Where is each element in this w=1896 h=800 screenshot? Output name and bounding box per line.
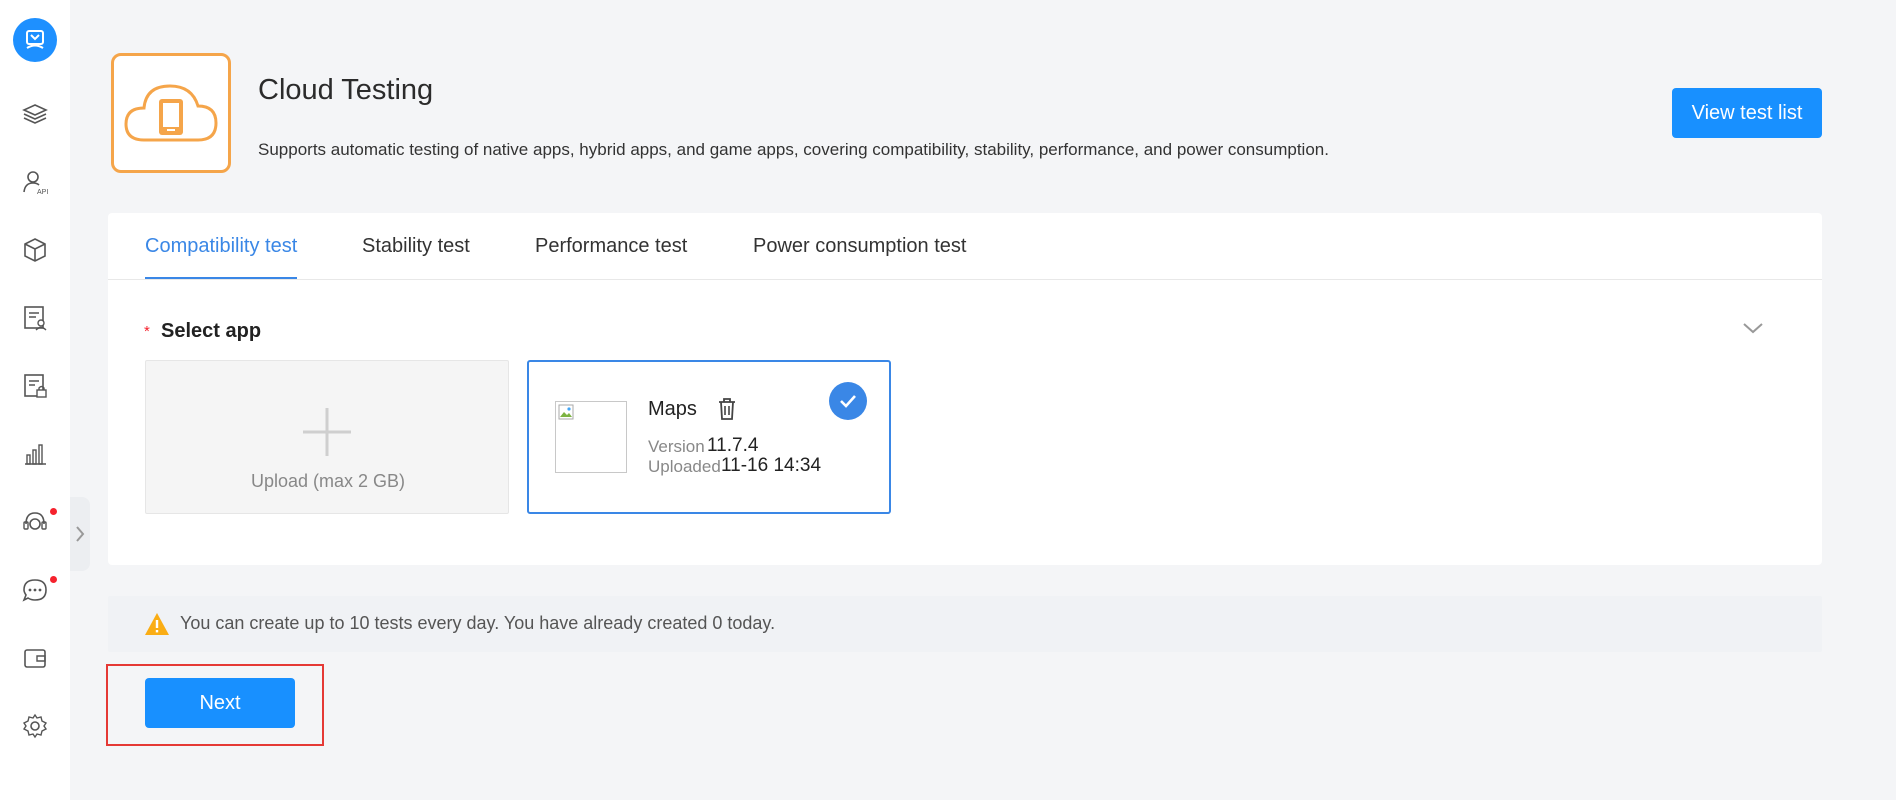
daily-limit-notice: You can create up to 10 tests every day.… <box>108 596 1822 652</box>
page-description: Supports automatic testing of native app… <box>258 140 1329 159</box>
uploaded-label: Uploaded <box>648 457 721 476</box>
upload-app-button[interactable]: Upload (max 2 GB) <box>145 360 509 514</box>
selected-check-icon <box>829 382 867 420</box>
broken-image-icon <box>558 404 574 420</box>
sidebar-item-support[interactable] <box>0 502 70 542</box>
sidebar-item-reports[interactable] <box>0 298 70 338</box>
sidebar-expand-handle[interactable] <box>70 497 90 571</box>
wallet-icon <box>24 649 46 668</box>
svg-text:API: API <box>37 189 48 196</box>
tab-performance[interactable]: Performance test <box>535 235 687 258</box>
settings-icon <box>22 713 48 739</box>
app-name: Maps <box>648 398 697 420</box>
active-tab-indicator <box>145 277 297 279</box>
document-user-icon <box>24 306 47 331</box>
required-mark: * <box>144 323 150 340</box>
sidebar-item-analytics[interactable] <box>0 434 70 474</box>
document-lock-icon <box>24 374 47 398</box>
sidebar-item-wallet[interactable] <box>0 638 70 678</box>
notice-text: You can create up to 10 tests every day.… <box>180 613 776 633</box>
user-api-icon: API <box>23 171 48 196</box>
version-label: Version <box>648 437 705 456</box>
test-config-card: Compatibility test Stability test Perfor… <box>108 213 1822 565</box>
notification-dot <box>50 576 57 583</box>
page-title: Cloud Testing <box>258 74 434 106</box>
app-thumbnail <box>555 401 627 473</box>
chat-icon <box>22 579 47 602</box>
sidebar-item-messages[interactable] <box>0 570 70 610</box>
plus-icon <box>303 408 351 456</box>
cloud-testing-icon <box>111 53 231 173</box>
sidebar-item-security[interactable] <box>0 366 70 406</box>
sidebar-logo-area[interactable] <box>0 0 70 80</box>
chevron-right-icon <box>76 526 85 542</box>
warning-icon <box>145 613 169 635</box>
select-app-label: Select app <box>161 320 262 342</box>
sidebar-item-api[interactable]: API <box>0 162 70 202</box>
app-logo-icon[interactable] <box>13 18 57 62</box>
tab-compatibility[interactable]: Compatibility test <box>145 235 297 258</box>
next-button[interactable]: Next <box>145 678 295 728</box>
bar-chart-icon <box>25 444 46 465</box>
sidebar: API <box>0 0 70 800</box>
upload-label: Upload (max 2 GB) <box>250 471 406 491</box>
view-test-list-button[interactable]: View test list <box>1672 88 1822 138</box>
tab-power-consumption[interactable]: Power consumption test <box>753 235 966 258</box>
test-type-tabs: Compatibility test Stability test Perfor… <box>108 213 1822 280</box>
sidebar-item-settings[interactable] <box>0 706 70 746</box>
notification-dot <box>50 508 57 515</box>
headset-icon <box>23 512 47 530</box>
sidebar-item-layers[interactable] <box>0 94 70 134</box>
tab-stability[interactable]: Stability test <box>362 235 470 258</box>
sidebar-item-packages[interactable] <box>0 230 70 270</box>
cube-icon <box>24 238 46 262</box>
version-value: 11.7.4 <box>707 435 759 456</box>
chevron-down-icon[interactable] <box>1738 313 1768 343</box>
layers-icon <box>22 104 48 124</box>
app-card-selected[interactable]: Maps Version 11.7.4 Uploaded 11-16 14:34 <box>527 360 891 514</box>
trash-icon[interactable] <box>716 397 738 421</box>
uploaded-value: 11-16 14:34 <box>721 455 822 476</box>
